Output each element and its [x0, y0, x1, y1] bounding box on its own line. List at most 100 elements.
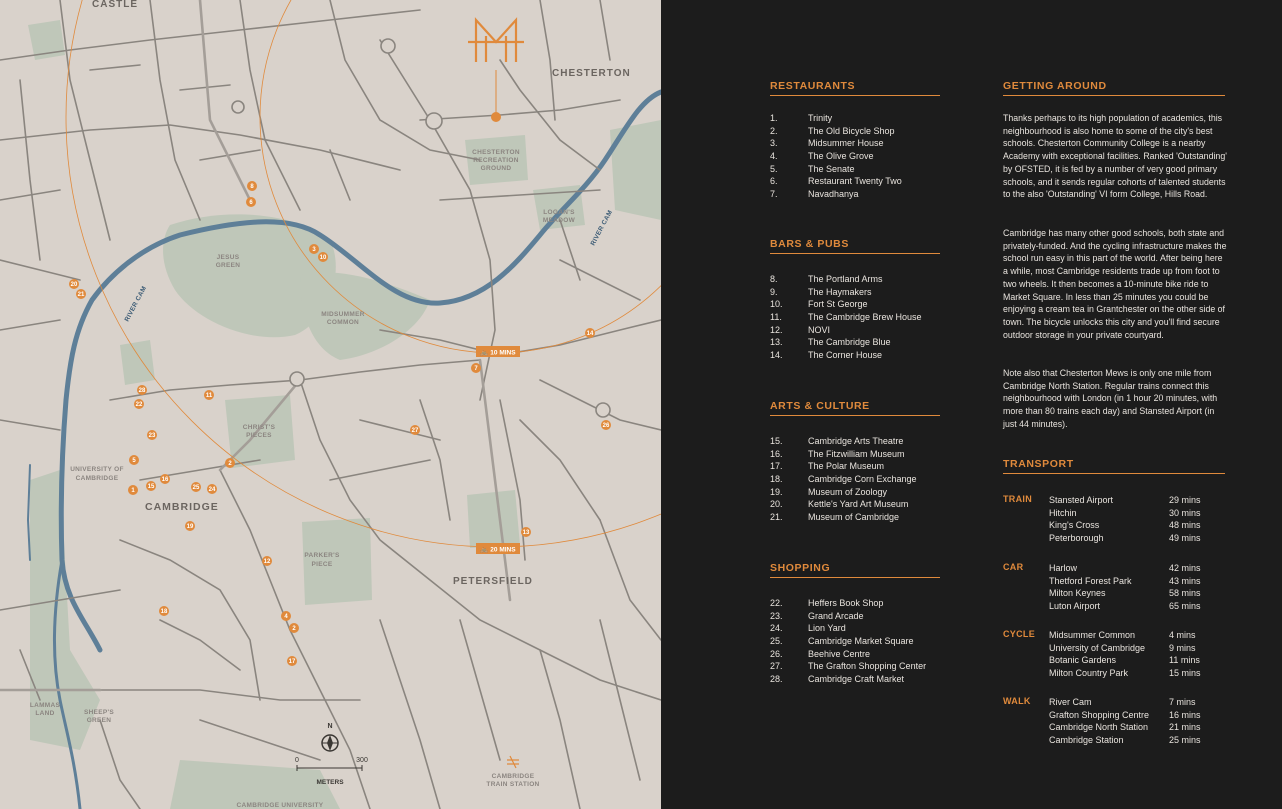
area-label: COMMON: [327, 319, 359, 326]
list-item[interactable]: 18. Cambridge Corn Exchange: [770, 473, 917, 486]
home-marker[interactable]: [491, 112, 501, 122]
poi-pin-22[interactable]: 22: [134, 399, 144, 409]
transport-row: Luton Airport 65 mins: [1049, 601, 1201, 612]
poi-pin-7[interactable]: 7: [471, 363, 481, 373]
poi-pin-13[interactable]: 13: [521, 527, 531, 537]
transport-row: University of Cambridge 9 mins: [1049, 642, 1196, 653]
list-item[interactable]: 22. Heffers Book Shop: [770, 597, 926, 610]
pin-label: 18: [161, 609, 168, 615]
list-item[interactable]: 1. Trinity: [770, 112, 902, 125]
poi-pin-2[interactable]: 2: [289, 623, 299, 633]
transport-row: Cambridge North Station 21 mins: [1049, 722, 1201, 733]
area-label: GREEN: [216, 262, 241, 269]
radius-10-text: 10 MINS: [490, 350, 516, 357]
getting-around-para-2: Cambridge has many other good schools, b…: [1003, 228, 1227, 340]
list-item[interactable]: 8. The Portland Arms: [770, 273, 922, 286]
poi-pin-14[interactable]: 14: [585, 328, 595, 338]
poi-pin-12[interactable]: 12: [262, 556, 272, 566]
list-item[interactable]: 5. The Senate: [770, 163, 902, 176]
list-item[interactable]: 16. The Fitzwilliam Museum: [770, 448, 917, 461]
arts-heading: ARTS & CULTURE: [770, 400, 940, 416]
list-item[interactable]: 13. The Cambridge Blue: [770, 336, 922, 349]
shopping-heading: SHOPPING: [770, 562, 940, 578]
transport-row: Milton Keynes 58 mins: [1049, 588, 1201, 599]
area-label: LAMMAS: [30, 702, 61, 709]
transport-row: Thetford Forest Park 43 mins: [1049, 575, 1201, 586]
bars-list: 8. The Portland Arms 9. The Haymakers 10. F…: [770, 273, 922, 362]
list-item[interactable]: 12. NOVI: [770, 324, 922, 337]
list-item[interactable]: 19. Museum of Zoology: [770, 486, 917, 499]
poi-pin-26[interactable]: 26: [601, 420, 611, 430]
poi-pin-10[interactable]: 10: [318, 252, 328, 262]
list-item[interactable]: 28. Cambridge Craft Market: [770, 673, 926, 686]
place-label-castle: CASTLE: [92, 0, 138, 10]
pin-label: 28: [139, 388, 146, 394]
poi-pin-2[interactable]: 2: [225, 458, 235, 468]
poi-pin-5[interactable]: 5: [129, 455, 139, 465]
poi-pin-15[interactable]: 15: [146, 481, 156, 491]
pin-label: 13: [523, 530, 530, 536]
area-label: PIECE: [311, 561, 332, 568]
transport-mode: TRAIN: [1003, 494, 1032, 504]
getting-around-para-3: Note also that Chesterton Mews is only o…: [1003, 368, 1218, 429]
pin-label: 27: [412, 428, 419, 434]
list-item[interactable]: 25. Cambridge Market Square: [770, 635, 926, 648]
area-label: CAMBRIDGE: [76, 475, 119, 482]
poi-pin-21[interactable]: 21: [76, 289, 86, 299]
pin-label: 17: [289, 659, 296, 665]
poi-pin-4[interactable]: 4: [281, 611, 291, 621]
scale-zero: 0: [295, 757, 299, 764]
poi-pin-19[interactable]: 19: [185, 521, 195, 531]
area-label: JESUS: [217, 254, 240, 261]
transport-heading: TRANSPORT: [1003, 458, 1225, 474]
transport-row: Milton Country Park 15 mins: [1049, 668, 1201, 679]
list-item[interactable]: 15. Cambridge Arts Theatre: [770, 435, 917, 448]
area-label: UNIVERSITY OF: [70, 466, 124, 473]
pin-label: 11: [206, 393, 213, 399]
poi-pin-3[interactable]: 3: [309, 244, 319, 254]
area-label: SHEEP'S: [84, 709, 114, 716]
transport-row: Stansted Airport 29 mins: [1049, 495, 1201, 505]
area-label: CHESTERTON: [472, 149, 520, 156]
compass-n: N: [327, 723, 332, 730]
restaurants-list: 1. Trinity 2. The Old Bicycle Shop 3. Midsu…: [770, 112, 902, 201]
list-item[interactable]: 6. Restaurant Twenty Two: [770, 175, 902, 188]
poi-pin-28[interactable]: 28: [137, 385, 147, 395]
poi-pin-18[interactable]: 18: [159, 606, 169, 616]
map-panel[interactable]: 🚲 10 MINS 🚲 20 MINS CASTLE CHESTERTON CA…: [0, 0, 661, 809]
poi-pin-27[interactable]: 27: [410, 425, 420, 435]
list-item[interactable]: 9. The Haymakers: [770, 286, 922, 299]
area-label: RECREATION: [473, 157, 519, 164]
poi-pin-24[interactable]: 24: [207, 484, 217, 494]
list-item[interactable]: 23. Grand Arcade: [770, 610, 926, 623]
list-item[interactable]: 4. The Olive Grove: [770, 150, 902, 163]
poi-pin-1[interactable]: 1: [128, 485, 138, 495]
list-item[interactable]: 11. The Cambridge Brew House: [770, 311, 922, 324]
poi-pin-11[interactable]: 11: [204, 390, 214, 400]
list-item[interactable]: 7. Navadhanya: [770, 188, 902, 201]
list-item[interactable]: 26. Beehive Centre: [770, 648, 926, 661]
pin-label: 12: [264, 559, 271, 565]
transport-mode: CYCLE: [1003, 629, 1036, 639]
list-item[interactable]: 2. The Old Bicycle Shop: [770, 125, 902, 138]
list-item[interactable]: 24. Lion Yard: [770, 622, 926, 635]
list-item[interactable]: 14. The Corner House: [770, 349, 922, 362]
city-map[interactable]: 🚲 10 MINS 🚲 20 MINS CASTLE CHESTERTON CA…: [0, 0, 661, 809]
poi-pin-6[interactable]: 6: [246, 197, 256, 207]
place-label-cambridge: CAMBRIDGE: [145, 501, 219, 513]
poi-pin-25[interactable]: 25: [191, 482, 201, 492]
poi-pin-8[interactable]: 8: [247, 181, 257, 191]
poi-pin-16[interactable]: 16: [160, 474, 170, 484]
list-item[interactable]: 10. Fort St George: [770, 298, 922, 311]
poi-pin-20[interactable]: 20: [69, 279, 79, 289]
area-label: TRAIN STATION: [486, 781, 539, 788]
transport-row: Peterborough 49 mins: [1049, 533, 1201, 544]
poi-pin-23[interactable]: 23: [147, 430, 157, 440]
list-item[interactable]: 20. Kettle's Yard Art Museum: [770, 498, 917, 511]
list-item[interactable]: 3. Midsummer House: [770, 137, 902, 150]
poi-pin-17[interactable]: 17: [287, 656, 297, 666]
list-item[interactable]: 17. The Polar Museum: [770, 460, 917, 473]
list-item[interactable]: 21. Museum of Cambridge: [770, 511, 917, 524]
transport-mode: CAR: [1003, 562, 1024, 572]
list-item[interactable]: 27. The Grafton Shopping Center: [770, 660, 926, 673]
